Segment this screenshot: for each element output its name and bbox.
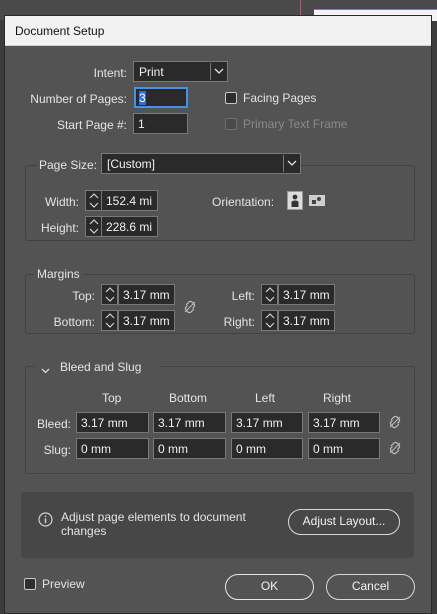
bleed-bottom-input[interactable]: 3.17 mm [153, 412, 226, 433]
margin-bottom-value: 3.17 mm [123, 314, 170, 328]
margin-top-value: 3.17 mm [123, 288, 170, 302]
margin-left-input[interactable]: 3.17 mm [278, 284, 335, 305]
margin-right-value: 3.17 mm [283, 314, 330, 328]
page-size-label: Page Size: [37, 158, 100, 172]
page-size-value: [Custom] [107, 157, 156, 171]
slug-top-input[interactable]: 0 mm [76, 438, 149, 459]
margin-left-label: Left: [231, 289, 255, 303]
facing-pages-label[interactable]: Facing Pages [243, 91, 316, 105]
chevron-down-icon [210, 63, 226, 80]
intent-label: Intent: [93, 66, 127, 80]
column-header-top: Top [102, 391, 122, 405]
slug-left-value: 0 mm [236, 442, 266, 456]
column-header-bottom: Bottom [169, 391, 208, 405]
width-input[interactable]: 152.4 mi [101, 190, 158, 211]
margin-left-value: 3.17 mm [283, 288, 330, 302]
slug-left-input[interactable]: 0 mm [231, 438, 303, 459]
number-of-pages-value: 3 [139, 91, 146, 105]
start-page-input[interactable]: 1 [133, 113, 188, 134]
preview-checkbox[interactable] [24, 578, 36, 590]
slug-right-value: 0 mm [313, 442, 343, 456]
dialog-title: Document Setup [15, 24, 105, 38]
bleed-slug-header[interactable]: Bleed and Slug [35, 359, 160, 375]
chevron-down-icon [283, 155, 299, 172]
bleed-top-input[interactable]: 3.17 mm [76, 412, 149, 433]
margin-right-label: Right: [223, 315, 255, 329]
info-icon [38, 512, 53, 530]
margin-left-stepper[interactable] [261, 284, 278, 305]
slug-label: Slug: [43, 443, 71, 457]
slug-top-value: 0 mm [81, 442, 111, 456]
bleed-slug-title: Bleed and Slug [60, 360, 142, 374]
preview-label[interactable]: Preview [42, 577, 85, 591]
portrait-orientation-button[interactable] [287, 191, 303, 210]
height-stepper[interactable] [85, 216, 102, 237]
page-size-dropdown[interactable]: [Custom] [101, 153, 301, 174]
margin-bottom-input[interactable]: 3.17 mm [118, 310, 175, 331]
width-stepper[interactable] [85, 190, 102, 211]
orientation-label: Orientation: [212, 195, 275, 209]
adjust-layout-message-line2: changes [61, 524, 107, 538]
adjust-layout-message-line1: Adjust page elements to document [61, 510, 246, 524]
link-bleed-icon[interactable] [388, 415, 402, 432]
margin-top-input[interactable]: 3.17 mm [118, 284, 175, 305]
column-header-right: Right [323, 391, 352, 405]
height-value: 228.6 mi [106, 220, 153, 234]
slug-right-input[interactable]: 0 mm [308, 438, 380, 459]
facing-pages-checkbox[interactable] [225, 92, 237, 104]
width-label: Width: [44, 195, 79, 209]
slug-bottom-value: 0 mm [158, 442, 188, 456]
link-slug-icon[interactable] [388, 441, 402, 458]
margin-right-stepper[interactable] [261, 310, 278, 331]
slug-bottom-input[interactable]: 0 mm [153, 438, 226, 459]
bleed-bottom-value: 3.17 mm [158, 416, 205, 430]
link-margins-icon[interactable] [183, 300, 197, 317]
intent-value: Print [139, 65, 164, 79]
cancel-button[interactable]: Cancel [326, 574, 415, 600]
adjust-layout-message: Adjust page elements to document changes [61, 510, 246, 538]
number-of-pages-input[interactable]: 3 [134, 87, 188, 108]
bleed-left-value: 3.17 mm [236, 416, 283, 430]
primary-text-frame-label: Primary Text Frame [243, 117, 348, 131]
margin-top-stepper[interactable] [101, 284, 118, 305]
ok-button[interactable]: OK [225, 574, 314, 600]
chevron-down-icon [41, 363, 50, 377]
start-page-label: Start Page #: [56, 118, 127, 132]
document-setup-dialog: Document Setup Intent: Print Number of P… [4, 15, 432, 614]
number-of-pages-label: Number of Pages: [30, 92, 127, 106]
margin-top-label: Top: [72, 289, 95, 303]
adjust-layout-button[interactable]: Adjust Layout... [288, 509, 400, 535]
bleed-right-value: 3.17 mm [313, 416, 360, 430]
column-header-left: Left [255, 391, 276, 405]
margin-bottom-stepper[interactable] [101, 310, 118, 331]
height-label: Height: [40, 221, 79, 235]
primary-text-frame-checkbox[interactable] [225, 118, 237, 130]
margin-right-input[interactable]: 3.17 mm [278, 310, 335, 331]
bleed-label: Bleed: [36, 417, 71, 431]
intent-dropdown[interactable]: Print [133, 61, 228, 82]
start-page-value: 1 [138, 117, 145, 131]
margin-bottom-label: Bottom: [53, 315, 95, 329]
height-input[interactable]: 228.6 mi [101, 216, 158, 237]
margins-title: Margins [34, 267, 83, 281]
bleed-top-value: 3.17 mm [81, 416, 128, 430]
landscape-orientation-button[interactable] [308, 193, 326, 208]
bleed-left-input[interactable]: 3.17 mm [231, 412, 303, 433]
bleed-right-input[interactable]: 3.17 mm [308, 412, 380, 433]
width-value: 152.4 mi [106, 194, 153, 208]
dialog-titlebar[interactable]: Document Setup [5, 16, 431, 46]
